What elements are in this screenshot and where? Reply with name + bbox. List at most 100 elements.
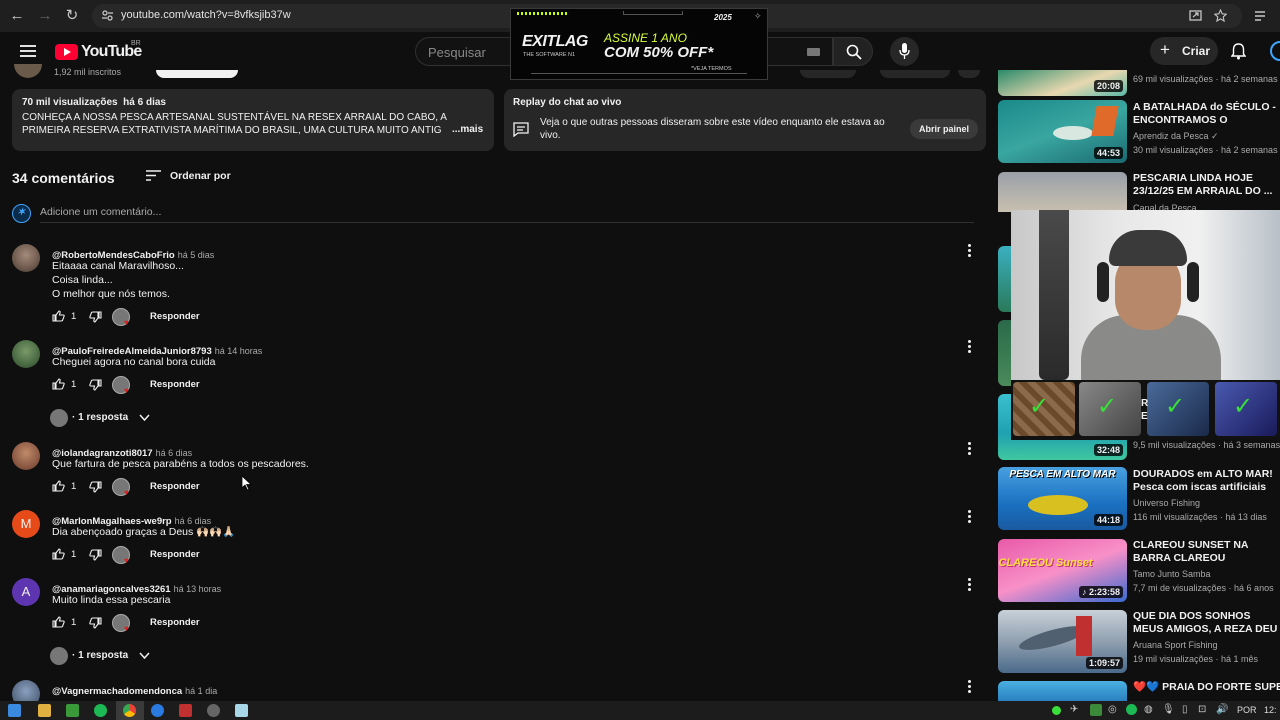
thumb-detail <box>1091 106 1119 136</box>
back-icon[interactable]: ← <box>8 7 26 25</box>
tray-icon[interactable] <box>1090 704 1102 716</box>
video-channel[interactable]: Aruana Sport Fishing <box>1133 640 1280 650</box>
like-icon[interactable] <box>52 310 65 322</box>
reading-list-icon[interactable] <box>1254 10 1266 22</box>
cast-icon[interactable] <box>1189 10 1202 22</box>
comment-author[interactable]: @Vagnermachadomendonca <box>52 686 182 697</box>
reply-button[interactable]: Responder <box>150 549 200 560</box>
reply-button[interactable]: Responder <box>150 617 200 628</box>
comment-avatar[interactable]: M <box>12 510 40 538</box>
tray-icon[interactable] <box>1126 704 1137 715</box>
app-icon[interactable] <box>207 704 220 717</box>
video-thumbnail[interactable]: 44:53 <box>998 100 1127 163</box>
like-icon[interactable] <box>52 480 65 492</box>
clock[interactable]: 12: <box>1264 705 1277 715</box>
view-replies-button[interactable]: · 1 resposta <box>50 409 160 427</box>
more-actions-button[interactable] <box>958 70 980 78</box>
comment-menu-icon[interactable] <box>968 510 972 524</box>
video-thumbnail[interactable]: PESCA EM ALTO MAR 44:18 <box>998 467 1127 530</box>
comment-menu-icon[interactable] <box>968 578 972 592</box>
account-avatar[interactable] <box>1270 41 1280 61</box>
video-title[interactable]: DOURADOS em ALTO MAR! Pesca com iscas ar… <box>1133 468 1280 494</box>
open-chat-panel-button[interactable]: Abrir painel <box>910 119 978 139</box>
video-channel[interactable]: Universo Fishing <box>1133 498 1280 508</box>
dislike-icon[interactable] <box>89 617 102 629</box>
app-icon[interactable] <box>66 704 79 717</box>
comment-time[interactable]: há 13 horas <box>174 584 222 594</box>
video-thumbnail[interactable]: 20:08 <box>998 70 1127 96</box>
dislike-icon[interactable] <box>89 481 102 493</box>
comment-menu-icon[interactable] <box>968 244 972 258</box>
dislike-icon[interactable] <box>89 311 102 323</box>
reply-button[interactable]: Responder <box>150 481 200 492</box>
battery-icon[interactable]: ▯ <box>1182 704 1188 715</box>
comment-menu-icon[interactable] <box>968 442 972 456</box>
tray-icon[interactable]: ✈ <box>1070 704 1078 715</box>
tray-icon[interactable] <box>1052 706 1061 715</box>
channel-avatar[interactable] <box>14 64 42 78</box>
start-icon[interactable] <box>8 704 21 717</box>
video-description[interactable]: 70 mil visualizações há 6 dias CONHEÇA A… <box>12 89 494 151</box>
voice-search-button[interactable] <box>890 37 919 66</box>
comment-menu-icon[interactable] <box>968 680 972 694</box>
app-icon[interactable] <box>151 704 164 717</box>
like-icon[interactable] <box>52 378 65 390</box>
video-thumbnail[interactable]: 1:09:57 <box>998 610 1127 673</box>
video-thumbnail[interactable] <box>998 681 1127 701</box>
bookmark-star-icon[interactable] <box>1214 9 1227 22</box>
forward-icon[interactable]: → <box>36 7 54 25</box>
mic-tray-icon[interactable]: 🎙 <box>1162 704 1175 715</box>
dislike-icon[interactable] <box>89 379 102 391</box>
video-thumbnail[interactable] <box>998 172 1127 212</box>
download-button[interactable] <box>880 70 950 78</box>
view-replies-button[interactable]: · 1 resposta <box>50 647 160 665</box>
share-button[interactable] <box>800 70 856 78</box>
app-icon[interactable] <box>235 704 248 717</box>
exitlag-ad-banner[interactable]: 2025 ✧ EXITLAG THE SOFTWARE N1 ASSINE 1 … <box>510 8 768 80</box>
comment-time[interactable]: há 14 horas <box>215 346 263 356</box>
comment-avatar[interactable] <box>12 680 40 701</box>
chrome-icon[interactable] <box>123 704 136 717</box>
add-comment-input[interactable]: Adicione um comentário... <box>40 206 161 218</box>
input-language[interactable]: POR <box>1237 705 1257 715</box>
like-icon[interactable] <box>52 548 65 560</box>
volume-icon[interactable]: 🔊 <box>1216 704 1228 715</box>
video-channel[interactable]: Tamo Junto Samba <box>1133 569 1280 579</box>
like-icon[interactable] <box>52 616 65 628</box>
video-title[interactable]: QUE DIA DOS SONHOS MEUS AMIGOS, A REZA D… <box>1133 610 1280 636</box>
description-more-link[interactable]: ...mais <box>449 124 484 135</box>
video-channel[interactable]: Aprendiz da Pesca ✓ <box>1133 131 1280 142</box>
network-icon[interactable]: ⊡ <box>1198 704 1206 715</box>
ad-close-icon[interactable]: ✧ <box>754 11 762 22</box>
notifications-bell-icon[interactable] <box>1231 43 1246 60</box>
subscribe-button[interactable] <box>156 70 238 78</box>
menu-icon[interactable] <box>20 45 36 57</box>
create-button[interactable]: + Criar <box>1150 37 1218 65</box>
comment-menu-icon[interactable] <box>968 340 972 354</box>
tray-icon[interactable]: ◎ <box>1108 704 1117 715</box>
video-title[interactable]: CLAREOU SUNSET NA BARRA CLAREOU <box>1133 539 1280 565</box>
video-title[interactable]: PESCARIA LINDA HOJE 23/12/25 EM ARRAIAL … <box>1133 172 1280 198</box>
comment-time[interactable]: há 1 dia <box>185 686 217 696</box>
video-thumbnail[interactable] <box>998 320 1012 386</box>
spotify-icon[interactable] <box>94 704 107 717</box>
reply-button[interactable]: Responder <box>150 379 200 390</box>
reload-icon[interactable]: ↻ <box>63 7 81 25</box>
dislike-icon[interactable] <box>89 549 102 561</box>
video-title[interactable]: A BATALHADA do SÉCULO - ENCONTRAMOS O CA… <box>1133 101 1280 127</box>
video-title[interactable]: ❤️💙 PRAIA DO FORTE SUPER LOTADA 🌊 CABO F… <box>1133 681 1280 694</box>
comment-avatar[interactable] <box>12 442 40 470</box>
comment-avatar[interactable]: A <box>12 578 40 606</box>
file-explorer-icon[interactable] <box>38 704 51 717</box>
app-icon[interactable] <box>179 704 192 717</box>
tray-icon[interactable]: ◍ <box>1144 704 1153 715</box>
site-info-icon[interactable] <box>101 9 114 22</box>
search-button[interactable] <box>833 37 873 66</box>
comment-avatar[interactable] <box>12 340 40 368</box>
video-thumbnail[interactable]: CLAREOU Sunset ♪ 2:23:58 <box>998 539 1127 602</box>
comment-avatar[interactable] <box>12 244 40 272</box>
video-thumbnail[interactable] <box>998 246 1012 312</box>
reply-button[interactable]: Responder <box>150 311 200 322</box>
sort-comments-button[interactable]: Ordenar por <box>146 168 246 184</box>
keyboard-icon[interactable] <box>807 48 820 56</box>
